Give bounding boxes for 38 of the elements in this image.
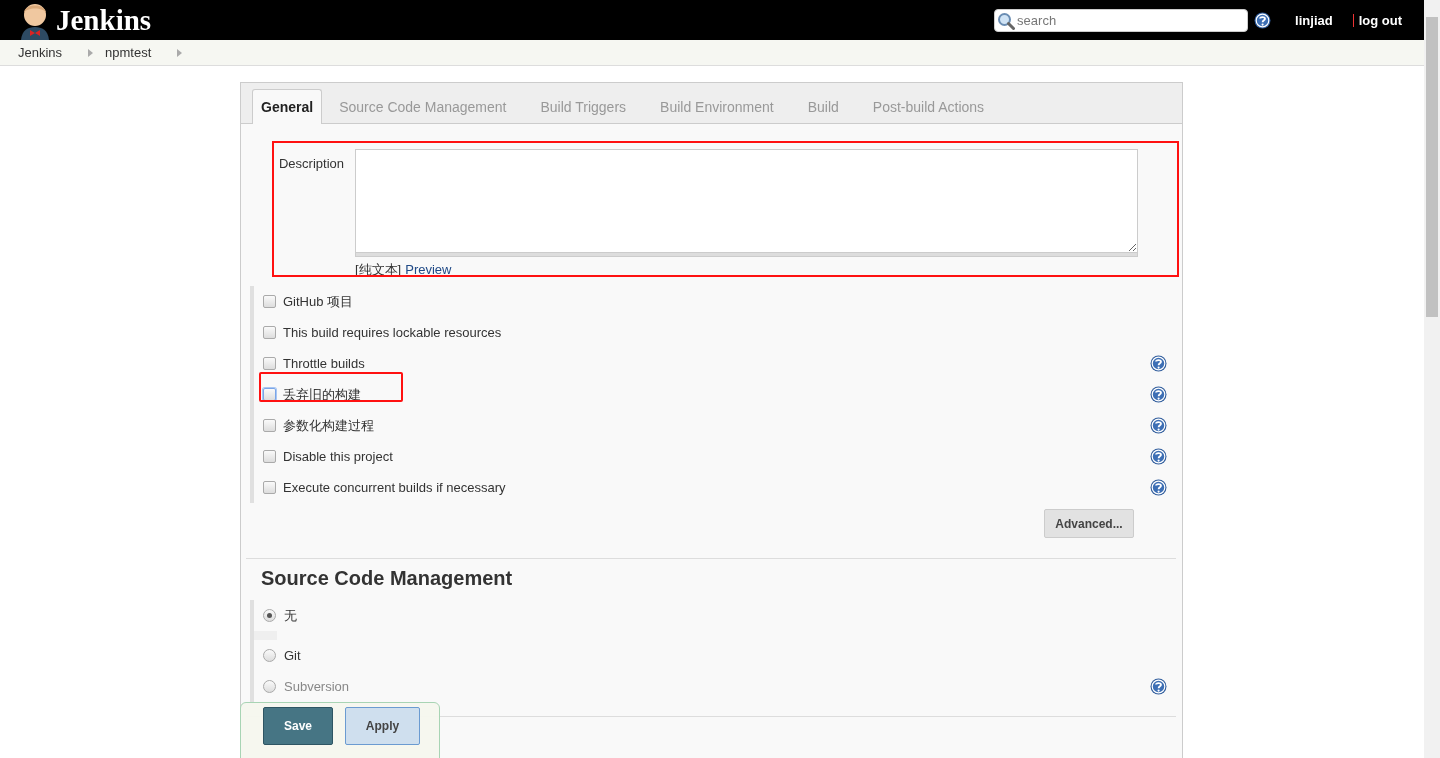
checkbox-label[interactable]: Throttle builds (283, 356, 365, 371)
description-field[interactable] (355, 149, 1138, 253)
checkbox[interactable] (263, 326, 276, 339)
field-label: Description (277, 155, 345, 173)
checkbox[interactable] (263, 481, 276, 494)
advanced-button[interactable]: Advanced... (1044, 509, 1134, 538)
apply-button[interactable]: Apply (345, 707, 420, 745)
resize-handle[interactable] (355, 253, 1138, 257)
caret-icon (177, 48, 183, 57)
preview-link[interactable]: Preview (405, 262, 452, 277)
breadcrumb-link[interactable]: Jenkins (18, 45, 63, 60)
caret-icon (88, 48, 94, 57)
checkbox-label[interactable]: Execute concurrent builds if necessary (283, 480, 506, 495)
search-icon (997, 11, 1016, 30)
checkbox[interactable] (263, 450, 276, 463)
checkbox[interactable] (263, 357, 276, 370)
help-icon (1254, 11, 1272, 29)
checkbox-label[interactable]: 参数化构建过程 (283, 416, 374, 435)
radio-label[interactable]: 无 (284, 606, 297, 625)
radio-button[interactable] (263, 649, 276, 662)
radio-label[interactable]: Git (284, 648, 301, 663)
section-heading: Source Code Management (260, 566, 514, 590)
checkbox-label[interactable]: GitHub 项目 (283, 292, 354, 311)
checkbox-label[interactable]: Disable this project (283, 449, 393, 464)
search-field[interactable]: search (994, 8, 1249, 32)
indent-block (254, 631, 277, 640)
radio-button[interactable] (263, 609, 276, 622)
breadcrumb-link[interactable]: npmtest (105, 45, 152, 60)
user-link[interactable]: linjiad (1295, 12, 1333, 28)
checkbox-label[interactable]: This build requires lockable resources (283, 325, 502, 340)
save-button[interactable]: Save (263, 707, 333, 745)
scrollbar[interactable] (1424, 0, 1440, 758)
logo-text[interactable]: Jenkins (56, 5, 152, 35)
checkbox[interactable] (263, 419, 276, 432)
checkbox[interactable] (263, 295, 276, 308)
tab[interactable]: General (252, 89, 323, 124)
logout-link[interactable]: log out (1358, 12, 1402, 28)
radio-button[interactable] (263, 680, 276, 693)
